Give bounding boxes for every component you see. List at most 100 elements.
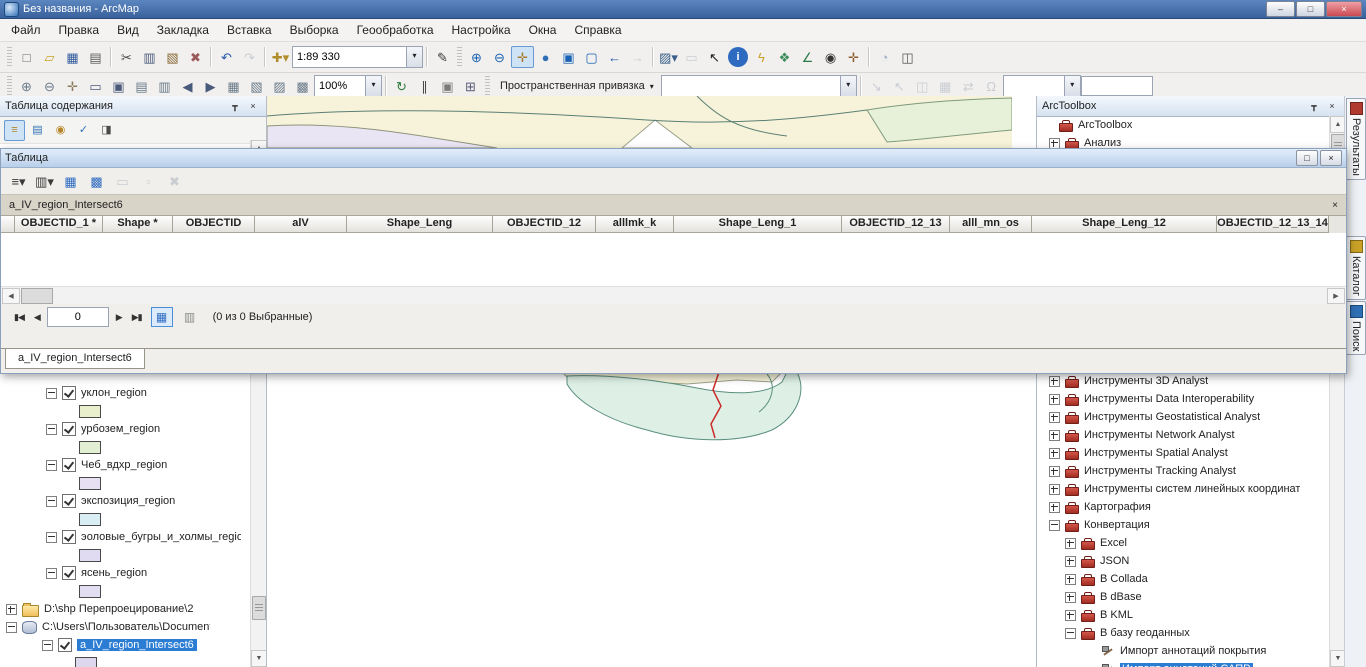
layout-zoom-whole-page-icon[interactable]: ▭ — [84, 75, 107, 97]
fixed-zoom-in-icon[interactable]: ▣ — [557, 46, 580, 68]
layout-zoom-out-icon[interactable]: ⊖ — [38, 75, 61, 97]
col-shape-leng-12[interactable]: Shape_Leng_12 — [1032, 216, 1217, 233]
collapse-expander-icon[interactable] — [46, 388, 57, 399]
next-record-button[interactable]: ▶ — [113, 310, 125, 325]
html-popup-icon[interactable]: ❖ — [773, 46, 796, 68]
clear-selected-features-icon[interactable]: ▭ — [680, 46, 703, 68]
layer-symbol-swatch[interactable] — [79, 441, 101, 454]
link-source-combo[interactable]: ▾ — [1003, 75, 1081, 97]
chevron-down-icon[interactable]: ▾ — [840, 76, 856, 96]
cut-icon[interactable]: ✂ — [115, 46, 138, 68]
close-icon[interactable]: × — [1320, 150, 1342, 166]
link-source-input[interactable] — [1004, 78, 1064, 94]
toolbox-linear-referencing[interactable]: Инструменты систем линейных координат — [1037, 480, 1330, 498]
collapse-expander-icon[interactable] — [46, 496, 57, 507]
fixed-zoom-out-icon[interactable]: ▢ — [580, 46, 603, 68]
layer-visibility-checkbox[interactable] — [58, 638, 72, 652]
scrollbar-thumb[interactable] — [252, 596, 266, 620]
col-alllmk-k[interactable]: alllmk_k — [596, 216, 674, 233]
print-icon[interactable]: ▤ — [84, 46, 107, 68]
toolbar-grip[interactable] — [485, 76, 490, 96]
collapse-expander-icon[interactable] — [46, 532, 57, 543]
editor-sketch-icon[interactable]: ✎ — [431, 46, 454, 68]
link-table-icon[interactable]: ▦ — [934, 75, 957, 97]
table-window-titlebar[interactable]: Таблица □ × — [1, 149, 1346, 168]
toolbox-conversion[interactable]: Конвертация — [1037, 516, 1330, 534]
zoom-in-icon[interactable]: ⊕ — [465, 46, 488, 68]
refresh-view-icon[interactable]: ↻ — [390, 75, 413, 97]
layer-yasen-region[interactable]: ясень_region — [0, 564, 250, 582]
toc-options-icon[interactable]: ◨ — [96, 120, 117, 141]
minimize-button[interactable]: – — [1266, 1, 1295, 17]
menu-insert[interactable]: Вставка — [218, 20, 281, 40]
toolbox-data-interoperability[interactable]: Инструменты Data Interoperability — [1037, 390, 1330, 408]
table-horizontal-scrollbar[interactable]: ◀ ▶ — [1, 286, 1346, 304]
clear-table-selection-icon[interactable]: ▫ — [137, 170, 160, 192]
related-tables-icon[interactable]: ▥▾ — [33, 170, 56, 192]
pause-drawing-icon[interactable]: ∥ — [413, 75, 436, 97]
tool-import-coverage-annotation[interactable]: Импорт аннотаций покрытия — [1037, 642, 1330, 660]
collapse-expander-icon[interactable] — [6, 622, 17, 633]
toc-selected-layer-item[interactable]: a_IV_region_Intersect6 — [0, 636, 250, 654]
attribute-transfer-icon[interactable]: Ω — [980, 75, 1003, 97]
layer-visibility-checkbox[interactable] — [62, 458, 76, 472]
time-slider-icon[interactable]: ◔ — [873, 46, 896, 68]
toc-geodatabase-item[interactable]: C:\Users\Пользователь\Documents — [0, 618, 250, 636]
expander-icon[interactable] — [1065, 574, 1076, 585]
layer-cheb-vdhr-region[interactable]: Чеб_вдхр_region — [0, 456, 250, 474]
maximize-button[interactable]: □ — [1296, 1, 1325, 17]
toolset-excel[interactable]: Excel — [1037, 534, 1330, 552]
show-selected-records-icon[interactable]: ▥ — [179, 307, 201, 327]
toolbox-3d-analyst[interactable]: Инструменты 3D Analyst — [1037, 372, 1330, 390]
layer-symbol-swatch[interactable] — [79, 405, 101, 418]
table-tab-title[interactable]: a_IV_region_Intersect6 — [9, 199, 123, 211]
expander-icon[interactable] — [1049, 430, 1060, 441]
record-number-input[interactable] — [47, 307, 109, 327]
scroll-left-icon[interactable]: ◀ — [2, 288, 20, 304]
create-viewer-window-icon[interactable]: ◫ — [896, 46, 919, 68]
collapse-expander-icon[interactable] — [46, 460, 57, 471]
expand-icon[interactable] — [6, 604, 17, 615]
previous-extent-icon[interactable]: ← — [603, 46, 626, 68]
toolset-to-geodatabase[interactable]: В базу геоданных — [1037, 624, 1330, 642]
list-by-drawing-order-icon[interactable]: ≡ — [4, 120, 25, 141]
maximize-icon[interactable]: □ — [1296, 150, 1318, 166]
save-icon[interactable]: ▦ — [61, 46, 84, 68]
expander-icon[interactable] — [1049, 466, 1060, 477]
identify-icon[interactable]: i — [728, 47, 748, 67]
adjustment-method-input[interactable] — [662, 78, 840, 94]
menu-bookmarks[interactable]: Закладка — [148, 20, 218, 40]
scroll-down-icon[interactable]: ▼ — [251, 650, 267, 667]
layer-visibility-checkbox[interactable] — [62, 530, 76, 544]
col-objectid-12[interactable]: OBJECTID_12 — [493, 216, 596, 233]
menu-edit[interactable]: Правка — [50, 20, 109, 40]
expander-icon[interactable] — [1049, 484, 1060, 495]
layout-zoom-100-icon[interactable]: ▣ — [107, 75, 130, 97]
expander-icon[interactable] — [1065, 592, 1076, 603]
toolbox-tracking-analyst[interactable]: Инструменты Tracking Analyst — [1037, 462, 1330, 480]
col-alv[interactable]: alV — [255, 216, 347, 233]
scroll-down-icon[interactable]: ▼ — [1330, 650, 1345, 667]
map-scale-combo[interactable]: ▾ — [292, 46, 423, 68]
tab-search[interactable]: Поиск — [1346, 301, 1366, 355]
layout-zoom-in-icon[interactable]: ⊕ — [15, 75, 38, 97]
layer-visibility-checkbox[interactable] — [62, 386, 76, 400]
full-extent-icon[interactable]: ● — [534, 46, 557, 68]
layer-visibility-checkbox[interactable] — [62, 566, 76, 580]
table-bottom-tab[interactable]: a_IV_region_Intersect6 — [5, 349, 145, 369]
previous-record-button[interactable]: ◀ — [31, 310, 43, 325]
table-options-icon[interactable]: ≡▾ — [7, 170, 30, 192]
toolset-to-kml[interactable]: В KML — [1037, 606, 1330, 624]
toolbox-spatial-analyst[interactable]: Инструменты Spatial Analyst — [1037, 444, 1330, 462]
select-elements-icon[interactable]: ↖ — [703, 46, 726, 68]
layout-change-layout-icon[interactable]: ▨ — [268, 75, 291, 97]
chevron-down-icon[interactable]: ▾ — [406, 47, 422, 67]
expander-icon[interactable] — [1049, 138, 1060, 149]
col-shape-leng[interactable]: Shape_Leng — [347, 216, 493, 233]
pin-icon[interactable]: ┳ — [227, 99, 243, 113]
list-by-selection-icon[interactable]: ✓ — [73, 120, 94, 141]
delete-x-icon[interactable]: ✖ — [184, 46, 207, 68]
next-extent-icon[interactable]: → — [626, 46, 649, 68]
multiple-links-icon[interactable]: ⇄ — [957, 75, 980, 97]
list-by-visibility-icon[interactable]: ◉ — [50, 120, 71, 141]
